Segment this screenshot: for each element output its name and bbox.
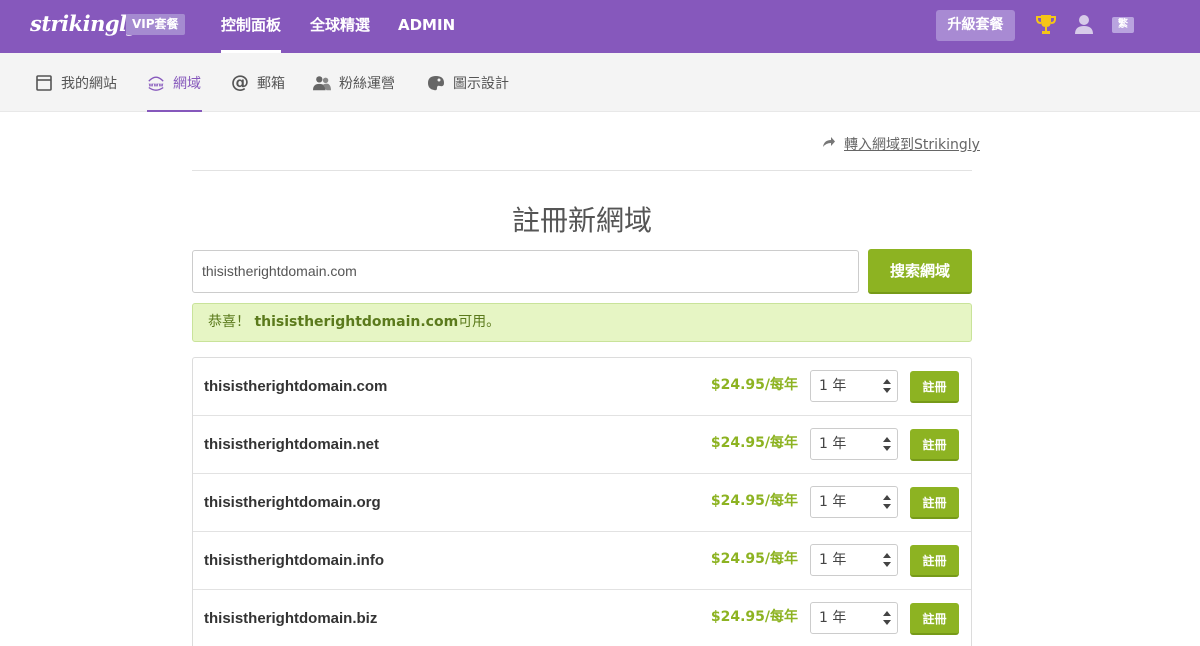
- browser-window-icon: [35, 74, 53, 92]
- subnav-label: 粉絲運營: [339, 75, 395, 92]
- page-title: 註冊新網域: [511, 204, 652, 237]
- domain-price: $24.95/每年: [710, 609, 798, 625]
- select-arrows-icon: [883, 437, 891, 451]
- language-toggle[interactable]: 繁: [1112, 17, 1134, 33]
- domain-result-row: thisistherightdomain.biz $24.95/每年 1 年 註…: [193, 590, 971, 646]
- domain-name: thisistherightdomain.net: [204, 436, 380, 453]
- domain-name: thisistherightdomain.biz: [204, 610, 378, 627]
- term-select[interactable]: 1 年: [810, 428, 898, 460]
- section-divider: [192, 170, 972, 171]
- transfer-domain-link[interactable]: 轉入網域到Strikingly: [822, 134, 980, 154]
- domain-name: thisistherightdomain.info: [204, 552, 384, 569]
- subnav-label: 我的網站: [61, 75, 117, 92]
- register-button[interactable]: 註冊: [910, 371, 959, 403]
- select-arrows-icon: [883, 611, 891, 625]
- domain-price: $24.95/每年: [710, 435, 798, 451]
- alert-prefix: 恭喜！: [208, 314, 250, 330]
- domain-search-input[interactable]: thisistherightdomain.com: [192, 250, 859, 293]
- register-button[interactable]: 註冊: [910, 487, 959, 519]
- register-button[interactable]: 註冊: [910, 603, 959, 635]
- term-value: 1 年: [819, 378, 847, 394]
- subnav-label: 網域: [173, 75, 201, 92]
- register-button[interactable]: 註冊: [910, 545, 959, 577]
- domain-result-row: thisistherightdomain.net $24.95/每年 1 年 註…: [193, 416, 971, 474]
- user-avatar-icon[interactable]: [1074, 14, 1094, 34]
- at-sign-icon: @: [231, 72, 249, 93]
- upgrade-plan-button[interactable]: 升級套餐: [936, 10, 1015, 41]
- availability-alert: 恭喜！ thisistherightdomain.com可用。: [192, 303, 972, 342]
- www-globe-icon: www: [147, 74, 165, 92]
- term-select[interactable]: 1 年: [810, 370, 898, 402]
- subnav-my-sites[interactable]: 我的網站: [35, 53, 117, 112]
- domain-result-row: thisistherightdomain.info $24.95/每年 1 年 …: [193, 532, 971, 590]
- sub-navigation-bar: 我的網站 www 網域 @ 郵箱 粉絲運營 圖示設計: [0, 53, 1200, 112]
- term-select[interactable]: 1 年: [810, 602, 898, 634]
- term-value: 1 年: [819, 610, 847, 626]
- term-value: 1 年: [819, 494, 847, 510]
- subnav-email[interactable]: @ 郵箱: [231, 53, 285, 112]
- domain-price: $24.95/每年: [710, 493, 798, 509]
- domain-result-row: thisistherightdomain.org $24.95/每年 1 年 註…: [193, 474, 971, 532]
- transfer-link-text: 轉入網域到Strikingly: [844, 137, 980, 153]
- trophy-icon[interactable]: [1036, 14, 1056, 36]
- subnav-label: 郵箱: [257, 75, 285, 92]
- arrow-forward-icon: [822, 136, 836, 152]
- nav-global-featured[interactable]: 全球精選: [310, 0, 370, 53]
- domain-price: $24.95/每年: [710, 551, 798, 567]
- nav-dashboard[interactable]: 控制面板: [221, 0, 282, 53]
- select-arrows-icon: [883, 495, 891, 509]
- term-select[interactable]: 1 年: [810, 486, 898, 518]
- domain-results-list: thisistherightdomain.com $24.95/每年 1 年 註…: [192, 357, 972, 646]
- select-arrows-icon: [883, 553, 891, 567]
- domain-price: $24.95/每年: [710, 377, 798, 393]
- users-icon: [313, 74, 331, 92]
- strikingly-logo[interactable]: strikingly: [30, 11, 139, 36]
- select-arrows-icon: [883, 379, 891, 393]
- alert-suffix: 可用。: [458, 314, 501, 330]
- domain-name: thisistherightdomain.com: [204, 378, 388, 395]
- top-navigation-bar: strikingly VIP套餐 控制面板 全球精選 ADMIN 升級套餐 繁: [0, 0, 1200, 53]
- domain-result-row: thisistherightdomain.com $24.95/每年 1 年 註…: [193, 358, 971, 416]
- term-value: 1 年: [819, 552, 847, 568]
- domain-name: thisistherightdomain.org: [204, 494, 381, 511]
- palette-icon: [427, 74, 445, 92]
- term-value: 1 年: [819, 436, 847, 452]
- term-select[interactable]: 1 年: [810, 544, 898, 576]
- subnav-logo-design[interactable]: 圖示設計: [427, 53, 509, 112]
- svg-text:www: www: [149, 82, 164, 88]
- subnav-label: 圖示設計: [453, 75, 509, 92]
- vip-plan-badge: VIP套餐: [126, 14, 185, 35]
- subnav-fan-management[interactable]: 粉絲運營: [313, 53, 395, 112]
- alert-domain: thisistherightdomain.com: [254, 314, 459, 330]
- subnav-domains[interactable]: www 網域: [147, 53, 202, 112]
- nav-admin[interactable]: ADMIN: [398, 0, 455, 53]
- search-domain-button[interactable]: 搜索網域: [868, 249, 972, 294]
- register-button[interactable]: 註冊: [910, 429, 959, 461]
